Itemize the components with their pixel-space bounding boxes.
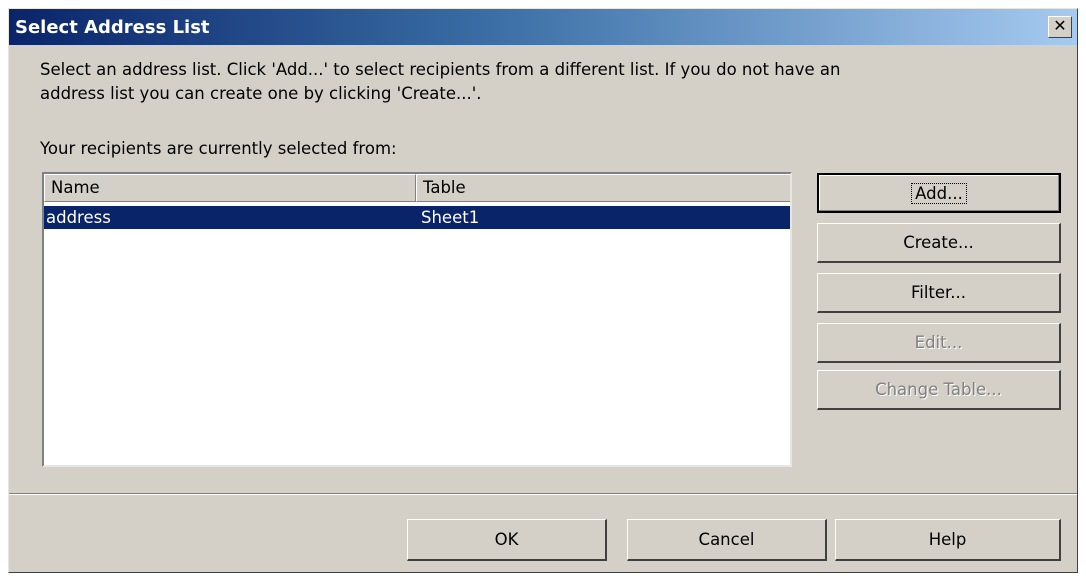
row-name-cell: address: [46, 208, 111, 227]
cancel-button-label: Cancel: [698, 530, 755, 549]
create-button[interactable]: Create...: [817, 223, 1061, 263]
column-header-name[interactable]: Name: [44, 174, 416, 202]
close-button[interactable]: ✕: [1048, 16, 1072, 38]
dialog-title: Select Address List: [15, 17, 210, 38]
filter-button[interactable]: Filter...: [817, 273, 1061, 313]
add-button[interactable]: Add...: [817, 173, 1061, 213]
title-bar[interactable]: Select Address List ✕: [9, 9, 1077, 45]
list-row[interactable]: address Sheet1: [44, 206, 790, 229]
ok-button[interactable]: OK: [407, 519, 607, 561]
close-icon: ✕: [1053, 16, 1067, 35]
address-list-view[interactable]: Name Table address Sheet1: [42, 172, 792, 467]
ok-button-label: OK: [494, 530, 519, 549]
create-button-label: Create...: [903, 233, 974, 252]
change-table-button[interactable]: Change Table...: [817, 370, 1061, 410]
add-button-label: Add...: [911, 183, 967, 204]
footer-separator: [9, 493, 1077, 495]
help-button[interactable]: Help: [835, 519, 1061, 561]
list-header: Name Table: [44, 174, 790, 202]
edit-button-label: Edit...: [914, 333, 963, 352]
change-table-button-label: Change Table...: [875, 380, 1002, 399]
help-button-label: Help: [928, 530, 967, 549]
cancel-button[interactable]: Cancel: [627, 519, 827, 561]
select-address-list-dialog: Select Address List ✕ Select an address …: [8, 8, 1078, 573]
current-source-label: Your recipients are currently selected f…: [40, 139, 397, 158]
instructions-line-1: Select an address list. Click 'Add...' t…: [40, 60, 841, 79]
edit-button[interactable]: Edit...: [817, 323, 1061, 363]
filter-button-label: Filter...: [910, 283, 967, 302]
column-header-table[interactable]: Table: [416, 174, 790, 202]
row-table-cell: Sheet1: [421, 208, 480, 227]
instructions-line-2: address list you can create one by click…: [40, 84, 482, 103]
instructions-text: Select an address list. Click 'Add...' t…: [40, 58, 1050, 106]
